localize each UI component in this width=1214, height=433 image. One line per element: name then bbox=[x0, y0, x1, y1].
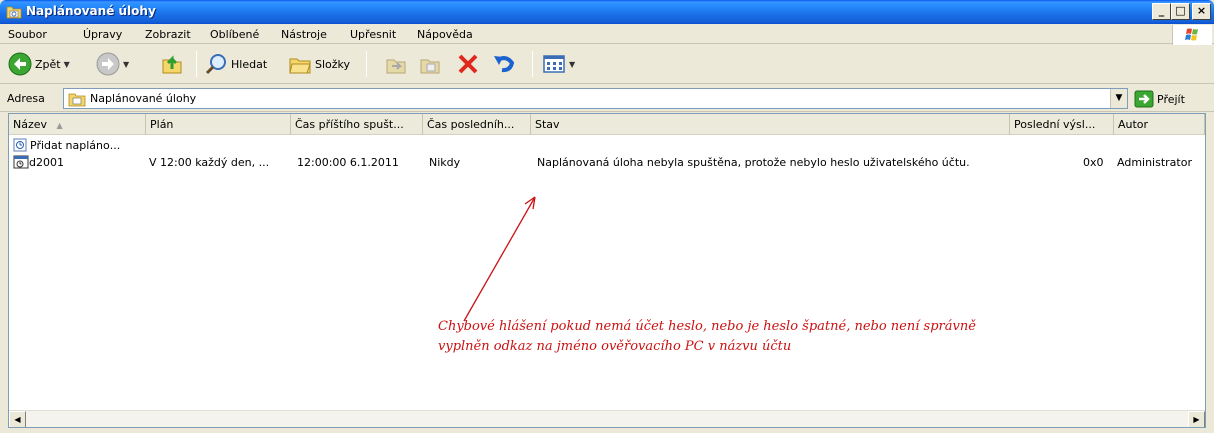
column-status[interactable]: Stav bbox=[531, 114, 1010, 135]
address-label: Adresa bbox=[7, 92, 45, 105]
menu-bar: Soubor Úpravy Zobrazit Oblíbené Nástroje… bbox=[0, 24, 1214, 44]
add-task-icon bbox=[13, 138, 27, 152]
toolbar-separator bbox=[532, 51, 533, 77]
window-title: Naplánované úlohy bbox=[26, 4, 156, 18]
task-last-result: 0x0 bbox=[1083, 156, 1104, 169]
column-next-run[interactable]: Čas příštího spušt... bbox=[291, 114, 423, 135]
minimize-button[interactable]: _ bbox=[1152, 3, 1171, 20]
menu-advanced[interactable]: Upřesnit bbox=[350, 28, 396, 41]
forward-button[interactable]: ▼ bbox=[96, 49, 129, 79]
address-bar: Adresa Naplánované úlohy ▼ Přejít bbox=[0, 85, 1214, 112]
undo-icon bbox=[494, 56, 515, 73]
column-last-result[interactable]: Poslední výsl... bbox=[1010, 114, 1114, 135]
list-item-add-task[interactable]: Přidat naplánо... bbox=[9, 137, 1205, 154]
forward-arrow-icon bbox=[96, 52, 120, 76]
scroll-right-icon[interactable]: ▶ bbox=[1188, 411, 1205, 427]
annotation-text: Chybové hlášení pokud nemá účet heslo, n… bbox=[438, 317, 1078, 357]
back-button[interactable]: Zpět ▼ bbox=[8, 49, 70, 79]
views-dropdown-icon[interactable]: ▼ bbox=[569, 60, 575, 69]
up-folder-button[interactable] bbox=[160, 49, 184, 79]
move-to-icon bbox=[386, 59, 406, 74]
task-status: Naplánovaná úloha nebyla spuštěna, proto… bbox=[537, 156, 970, 169]
back-dropdown-icon[interactable]: ▼ bbox=[64, 60, 70, 69]
search-icon bbox=[205, 54, 226, 75]
move-to-button[interactable] bbox=[384, 49, 408, 79]
copy-to-button[interactable] bbox=[418, 49, 442, 79]
menu-tools[interactable]: Nástroje bbox=[281, 28, 327, 41]
task-icon bbox=[13, 155, 29, 169]
folders-button[interactable]: Složky bbox=[288, 49, 350, 79]
back-label: Zpět bbox=[35, 57, 61, 71]
maximize-button[interactable]: □ bbox=[1171, 3, 1190, 20]
task-last-run: Nikdy bbox=[429, 156, 461, 169]
search-button[interactable]: Hledat bbox=[204, 49, 267, 79]
up-folder-icon bbox=[162, 55, 182, 74]
scroll-left-icon[interactable]: ◀ bbox=[9, 411, 26, 427]
table-row[interactable]: d2001 V 12:00 každý den, ... 12:00:00 6.… bbox=[9, 154, 1205, 171]
folders-icon bbox=[289, 58, 311, 74]
go-button[interactable]: Přejít bbox=[1134, 89, 1185, 109]
toolbar: Zpět ▼ ▼ Hledat Složky ▼ bbox=[0, 45, 1214, 84]
toolbar-separator bbox=[366, 51, 367, 77]
scheduled-tasks-folder-icon bbox=[6, 6, 22, 19]
copy-to-icon bbox=[420, 59, 440, 74]
undo-button[interactable] bbox=[492, 49, 516, 79]
address-dropdown-icon[interactable]: ▼ bbox=[1110, 89, 1127, 108]
menu-edit[interactable]: Úpravy bbox=[83, 28, 122, 41]
address-value: Naplánované úlohy bbox=[90, 92, 197, 105]
menu-view[interactable]: Zobrazit bbox=[145, 28, 191, 41]
column-schedule[interactable]: Plán bbox=[146, 114, 291, 135]
task-author: Administrator bbox=[1117, 156, 1192, 169]
column-header: Název ▲ Plán Čas příštího spušt... Čas p… bbox=[9, 114, 1205, 135]
task-next-run: 12:00:00 6.1.2011 bbox=[297, 156, 399, 169]
column-last-run[interactable]: Čas posledníh... bbox=[423, 114, 531, 135]
annotation-line-1: Chybové hlášení pokud nemá účet heslo, n… bbox=[438, 319, 976, 334]
horizontal-scrollbar[interactable]: ◀ ▶ bbox=[9, 410, 1205, 427]
menu-help[interactable]: Nápověda bbox=[417, 28, 473, 41]
close-button[interactable]: × bbox=[1192, 3, 1211, 20]
go-label: Přejít bbox=[1157, 92, 1185, 106]
address-input[interactable]: Naplánované úlohy ▼ bbox=[63, 88, 1128, 109]
sort-ascending-icon: ▲ bbox=[56, 121, 63, 130]
task-schedule: V 12:00 každý den, ... bbox=[149, 156, 270, 169]
column-author[interactable]: Autor bbox=[1114, 114, 1205, 135]
views-button[interactable]: ▼ bbox=[542, 49, 575, 79]
scheduled-tasks-folder-icon bbox=[68, 93, 86, 107]
windows-logo-icon bbox=[1172, 25, 1212, 45]
add-task-label: Přidat naplánо... bbox=[30, 139, 121, 152]
explorer-window: Naplánované úlohy _ □ × Soubor Úpravy Zo… bbox=[0, 0, 1214, 433]
delete-icon bbox=[458, 54, 478, 74]
annotation-line-2: vyplněn odkaz na jméno ověřovacího PC v … bbox=[438, 339, 792, 354]
go-arrow-icon bbox=[1134, 90, 1154, 108]
forward-dropdown-icon[interactable]: ▼ bbox=[123, 60, 129, 69]
menu-file[interactable]: Soubor bbox=[8, 28, 47, 41]
column-name[interactable]: Název ▲ bbox=[9, 114, 146, 135]
views-icon bbox=[543, 55, 565, 73]
task-list[interactable]: Název ▲ Plán Čas příštího spušt... Čas p… bbox=[8, 113, 1206, 428]
folders-label: Složky bbox=[315, 57, 351, 71]
task-name: d2001 bbox=[29, 156, 64, 169]
delete-button[interactable] bbox=[456, 49, 480, 79]
menu-favorites[interactable]: Oblíbené bbox=[210, 28, 259, 41]
toolbar-separator bbox=[196, 51, 197, 77]
title-bar[interactable]: Naplánované úlohy _ □ × bbox=[0, 0, 1214, 24]
back-arrow-icon bbox=[8, 52, 32, 76]
search-label: Hledat bbox=[231, 57, 268, 71]
